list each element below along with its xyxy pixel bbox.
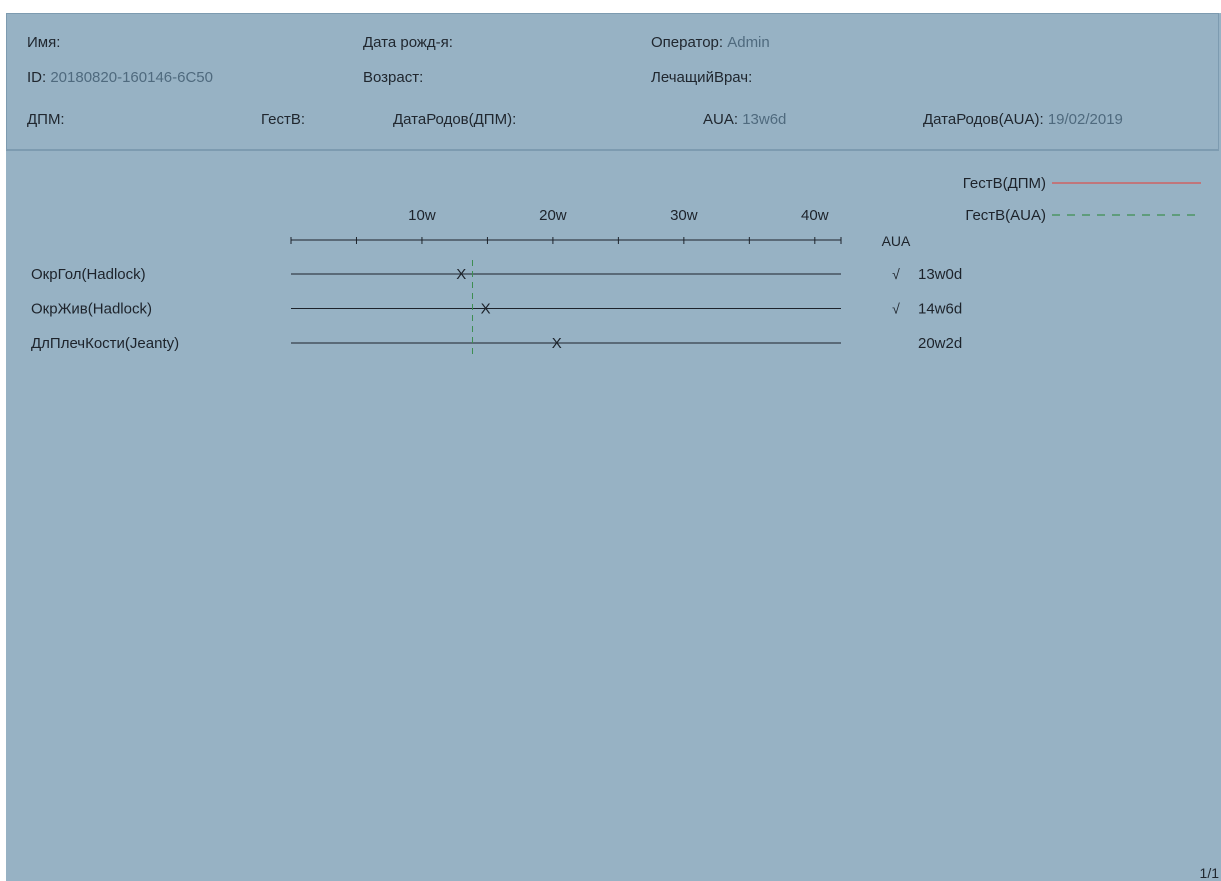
measurement-marker: X	[456, 266, 466, 283]
measurement-label: ДлПлечКости(Jeanty)	[31, 335, 179, 352]
axis-tick-label: 20w	[539, 207, 567, 224]
page-number: 1/1	[1199, 865, 1219, 881]
legend-label: ГестВ(AUA)	[965, 207, 1046, 224]
axis-tick-label: 40w	[801, 207, 829, 224]
aua-column-header: AUA	[882, 233, 911, 249]
aua-included-check: √	[892, 301, 900, 317]
measurement-label: ОкрГол(Hadlock)	[31, 266, 146, 283]
measurement-ga-value: 14w6d	[918, 301, 962, 318]
aua-included-check: √	[892, 266, 900, 282]
weeks-axis: 10w 20w 30w 40w AUA	[290, 207, 911, 249]
measurement-marker: X	[481, 301, 491, 318]
axis-tick-label: 30w	[670, 207, 698, 224]
measurement-marker: X	[552, 335, 562, 352]
measurement-ga-value: 13w0d	[918, 266, 962, 283]
ga-comparison-chart: ГестВ(ДПМ) ГестВ(AUA) 10w 20w 30w 40w AUA Окр…	[31, 175, 1201, 357]
measurement-ga-value: 20w2d	[918, 335, 962, 352]
measurement-label: ОкрЖив(Hadlock)	[31, 301, 152, 318]
axis-tick-label: 10w	[408, 207, 436, 224]
legend: ГестВ(ДПМ) ГестВ(AUA)	[963, 175, 1201, 224]
legend-label: ГестВ(ДПМ)	[963, 175, 1046, 192]
measurement-rows: ОкрГол(Hadlock) X √ 13w0d ОкрЖив(Hadlock) X √ 1…	[31, 266, 962, 352]
report-screen: Имя: Дата рожд-я: Оператор: Admin ID: 20…	[6, 13, 1221, 881]
